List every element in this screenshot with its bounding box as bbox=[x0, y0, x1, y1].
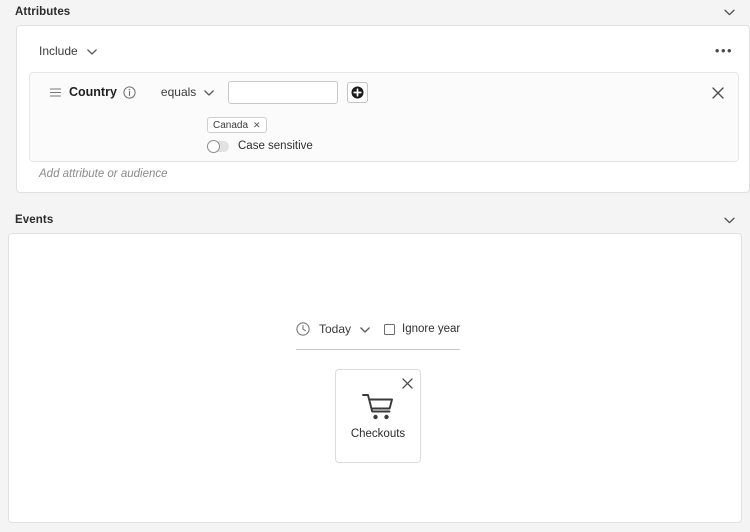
include-dropdown-label: Include bbox=[39, 44, 78, 58]
events-section-header: Events bbox=[0, 208, 750, 232]
include-row: Include ••• bbox=[17, 36, 749, 66]
ignore-year-control[interactable]: Ignore year bbox=[384, 323, 460, 335]
builder-page: Attributes Include ••• Country equals Ca… bbox=[0, 0, 750, 532]
attribute-value-input[interactable] bbox=[228, 80, 339, 104]
events-panel: Today Ignore year Checkouts bbox=[8, 233, 742, 523]
add-attribute-placeholder[interactable]: Add attribute or audience bbox=[39, 168, 168, 180]
clock-icon bbox=[296, 322, 310, 336]
attributes-collapse-chevron-down-icon[interactable] bbox=[722, 5, 736, 19]
case-sensitive-toggle-knob bbox=[207, 139, 220, 153]
remove-condition-close-icon[interactable] bbox=[710, 85, 726, 101]
event-card-label: Checkouts bbox=[350, 428, 406, 440]
timeframe-chevron-down-icon bbox=[360, 322, 370, 336]
events-timeline-divider bbox=[296, 349, 460, 350]
attributes-section-header: Attributes bbox=[0, 0, 750, 24]
operator-chevron-down-icon bbox=[204, 85, 215, 99]
events-section-title: Events bbox=[15, 214, 54, 226]
value-token-label: Canada bbox=[213, 119, 249, 131]
ignore-year-checkbox[interactable] bbox=[384, 323, 396, 335]
event-card-checkouts[interactable]: Checkouts bbox=[335, 369, 421, 463]
case-sensitive-label: Case sensitive bbox=[238, 140, 313, 152]
attributes-section-title: Attributes bbox=[15, 6, 71, 18]
timeframe-dropdown[interactable]: Today bbox=[319, 322, 370, 336]
events-collapse-chevron-down-icon[interactable] bbox=[722, 213, 736, 227]
operator-dropdown[interactable]: equals bbox=[160, 85, 215, 99]
info-icon[interactable] bbox=[123, 85, 136, 99]
drag-handle-icon[interactable] bbox=[49, 85, 61, 99]
attributes-overflow-menu-icon[interactable]: ••• bbox=[713, 40, 735, 62]
value-token-canada: Canada ✕ bbox=[207, 117, 267, 133]
timeframe-dropdown-label: Today bbox=[319, 322, 352, 336]
shopping-cart-icon bbox=[336, 392, 420, 422]
event-card-close-icon[interactable] bbox=[400, 376, 414, 390]
case-sensitive-toggle[interactable] bbox=[207, 139, 229, 153]
attributes-panel: Include ••• Country equals Canada ✕ Case… bbox=[16, 25, 750, 193]
operator-dropdown-label: equals bbox=[160, 85, 197, 99]
attribute-condition-main-row: Country equals bbox=[30, 73, 738, 111]
include-dropdown[interactable]: Include bbox=[39, 44, 97, 58]
value-token-close-icon[interactable]: ✕ bbox=[253, 120, 261, 130]
events-timeframe-row: Today Ignore year bbox=[296, 322, 460, 336]
add-value-plus-circle-icon[interactable] bbox=[347, 81, 369, 103]
case-sensitive-row: Case sensitive bbox=[207, 139, 313, 153]
include-chevron-down-icon bbox=[86, 44, 97, 58]
attribute-name-label: Country bbox=[69, 85, 117, 99]
attribute-condition-card: Country equals Canada ✕ Case sensitive bbox=[29, 72, 739, 162]
ignore-year-label: Ignore year bbox=[402, 323, 461, 335]
